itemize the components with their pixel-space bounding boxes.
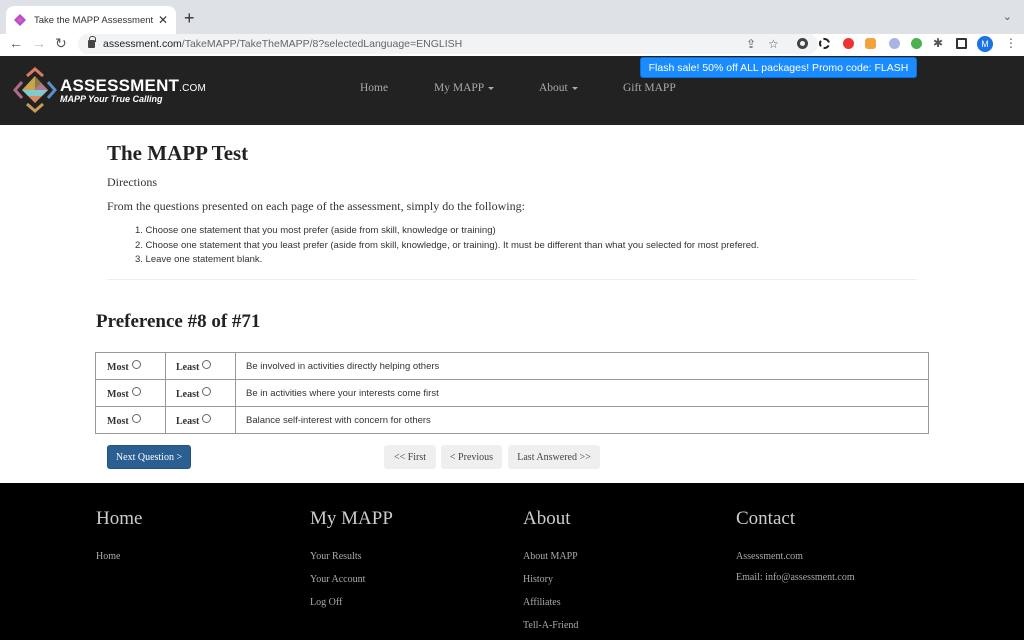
footer-heading: Home [96,508,143,529]
most-radio[interactable] [131,414,141,423]
logo-wordmark[interactable]: ASSESSMENT.COM [60,76,206,96]
last-answered-button[interactable]: Last Answered >> [508,445,600,469]
step-item: 3. Leave one statement blank. [135,254,263,265]
lock-icon [88,36,96,48]
extension-icon-5[interactable] [889,38,900,49]
nav-home[interactable]: Home [360,82,388,94]
page-title: The MAPP Test [107,141,249,165]
most-radio[interactable] [131,387,141,396]
footer-heading: My MAPP [310,508,393,529]
footer-link[interactable]: Your Results [310,551,362,562]
footer-heading: Contact [736,508,796,529]
caret-down-icon [571,86,578,90]
footer-link[interactable]: Your Account [310,574,365,585]
nav-about[interactable]: About [539,82,578,94]
logo-tagline: MAPP Your True Calling [60,94,163,104]
share-icon[interactable]: ⇪ [746,37,756,51]
footer-heading: About [523,508,571,529]
table-row: Most Least Be in activities where your i… [95,379,929,407]
step-item: 2. Choose one statement that you least p… [135,239,759,251]
extension-icon-2[interactable] [819,38,830,49]
extension-icon-4[interactable] [865,38,876,49]
extensions-puzzle-icon[interactable]: ✱ [933,36,943,50]
new-tab-icon[interactable]: + [184,8,195,29]
site-footer: Home Home My MAPP Your Results Your Acco… [0,483,1024,640]
promo-banner[interactable]: Flash sale! 50% off ALL packages! Promo … [640,57,917,78]
least-label: Least [176,362,200,373]
caret-down-icon [488,86,495,90]
browser-tab-strip: Take the MAPP Assessment - A ✕ + ⌄ [0,0,1024,34]
divider [107,279,917,280]
most-label: Most [107,362,129,373]
step-item: 1. Choose one statement that you most pr… [135,225,496,236]
most-radio[interactable] [131,360,141,369]
statement-text: Be involved in activities directly helpi… [235,352,929,380]
browser-toolbar: ← → ↻ assessment.com/TakeMAPP/TakeTheMAP… [0,34,1024,54]
directions-steps: 1. Choose one statement that you most pr… [135,224,759,268]
logo-mark-icon[interactable] [12,66,58,114]
contact-company: Assessment.com [736,551,803,562]
least-label: Least [176,416,200,427]
preference-title: Preference #8 of #71 [96,311,261,332]
site-favicon-icon [14,14,26,26]
browser-tab[interactable]: Take the MAPP Assessment - A ✕ [6,6,176,34]
bookmark-star-icon[interactable]: ☆ [768,37,779,51]
footer-link[interactable]: About MAPP [523,551,578,562]
preference-table: Most Least Be involved in activities dir… [95,352,929,434]
most-label: Most [107,416,129,427]
previous-button[interactable]: < Previous [441,445,502,469]
least-radio[interactable] [202,387,212,396]
footer-link[interactable]: Tell-A-Friend [523,620,578,631]
nav-my-mapp[interactable]: My MAPP [434,82,495,94]
statement-text: Balance self-interest with concern for o… [235,406,929,434]
tab-search-chevron-icon[interactable]: ⌄ [1003,10,1012,23]
profile-avatar[interactable]: M [977,36,993,52]
url-host: assessment.com [103,38,182,50]
extension-icon-1[interactable] [797,38,808,49]
footer-link[interactable]: Affiliates [523,597,561,608]
least-radio[interactable] [202,360,212,369]
most-label: Most [107,389,129,400]
address-bar[interactable]: assessment.com/TakeMAPP/TakeTheMAPP/8?se… [78,34,818,54]
footer-link[interactable]: Log Off [310,597,342,608]
back-icon[interactable]: ← [9,35,23,51]
nav-gift-mapp[interactable]: Gift MAPP [623,82,676,94]
side-panel-icon[interactable] [956,38,967,49]
least-label: Least [176,389,200,400]
tab-title: Take the MAPP Assessment - A [34,14,154,26]
directions-intro: From the questions presented on each pag… [107,199,525,213]
extension-icon-3[interactable] [843,38,854,49]
statement-text: Be in activities where your interests co… [235,379,929,407]
forward-icon[interactable]: → [32,35,46,51]
footer-link[interactable]: History [523,574,553,585]
directions-label: Directions [107,175,157,189]
table-row: Most Least Be involved in activities dir… [95,352,929,380]
close-tab-icon[interactable]: ✕ [158,13,168,27]
least-radio[interactable] [202,414,212,423]
reload-icon[interactable]: ↻ [55,35,67,52]
table-row: Most Least Balance self-interest with co… [95,406,929,434]
footer-link[interactable]: Home [96,551,120,562]
browser-menu-icon[interactable]: ⋮ [1005,36,1017,50]
contact-email[interactable]: Email: info@assessment.com [736,572,855,583]
first-button[interactable]: << First [384,445,436,469]
extension-icon-6[interactable] [911,38,922,49]
url-path: /TakeMAPP/TakeTheMAPP/8?selectedLanguage… [181,38,463,50]
next-question-button[interactable]: Next Question > [107,445,191,469]
